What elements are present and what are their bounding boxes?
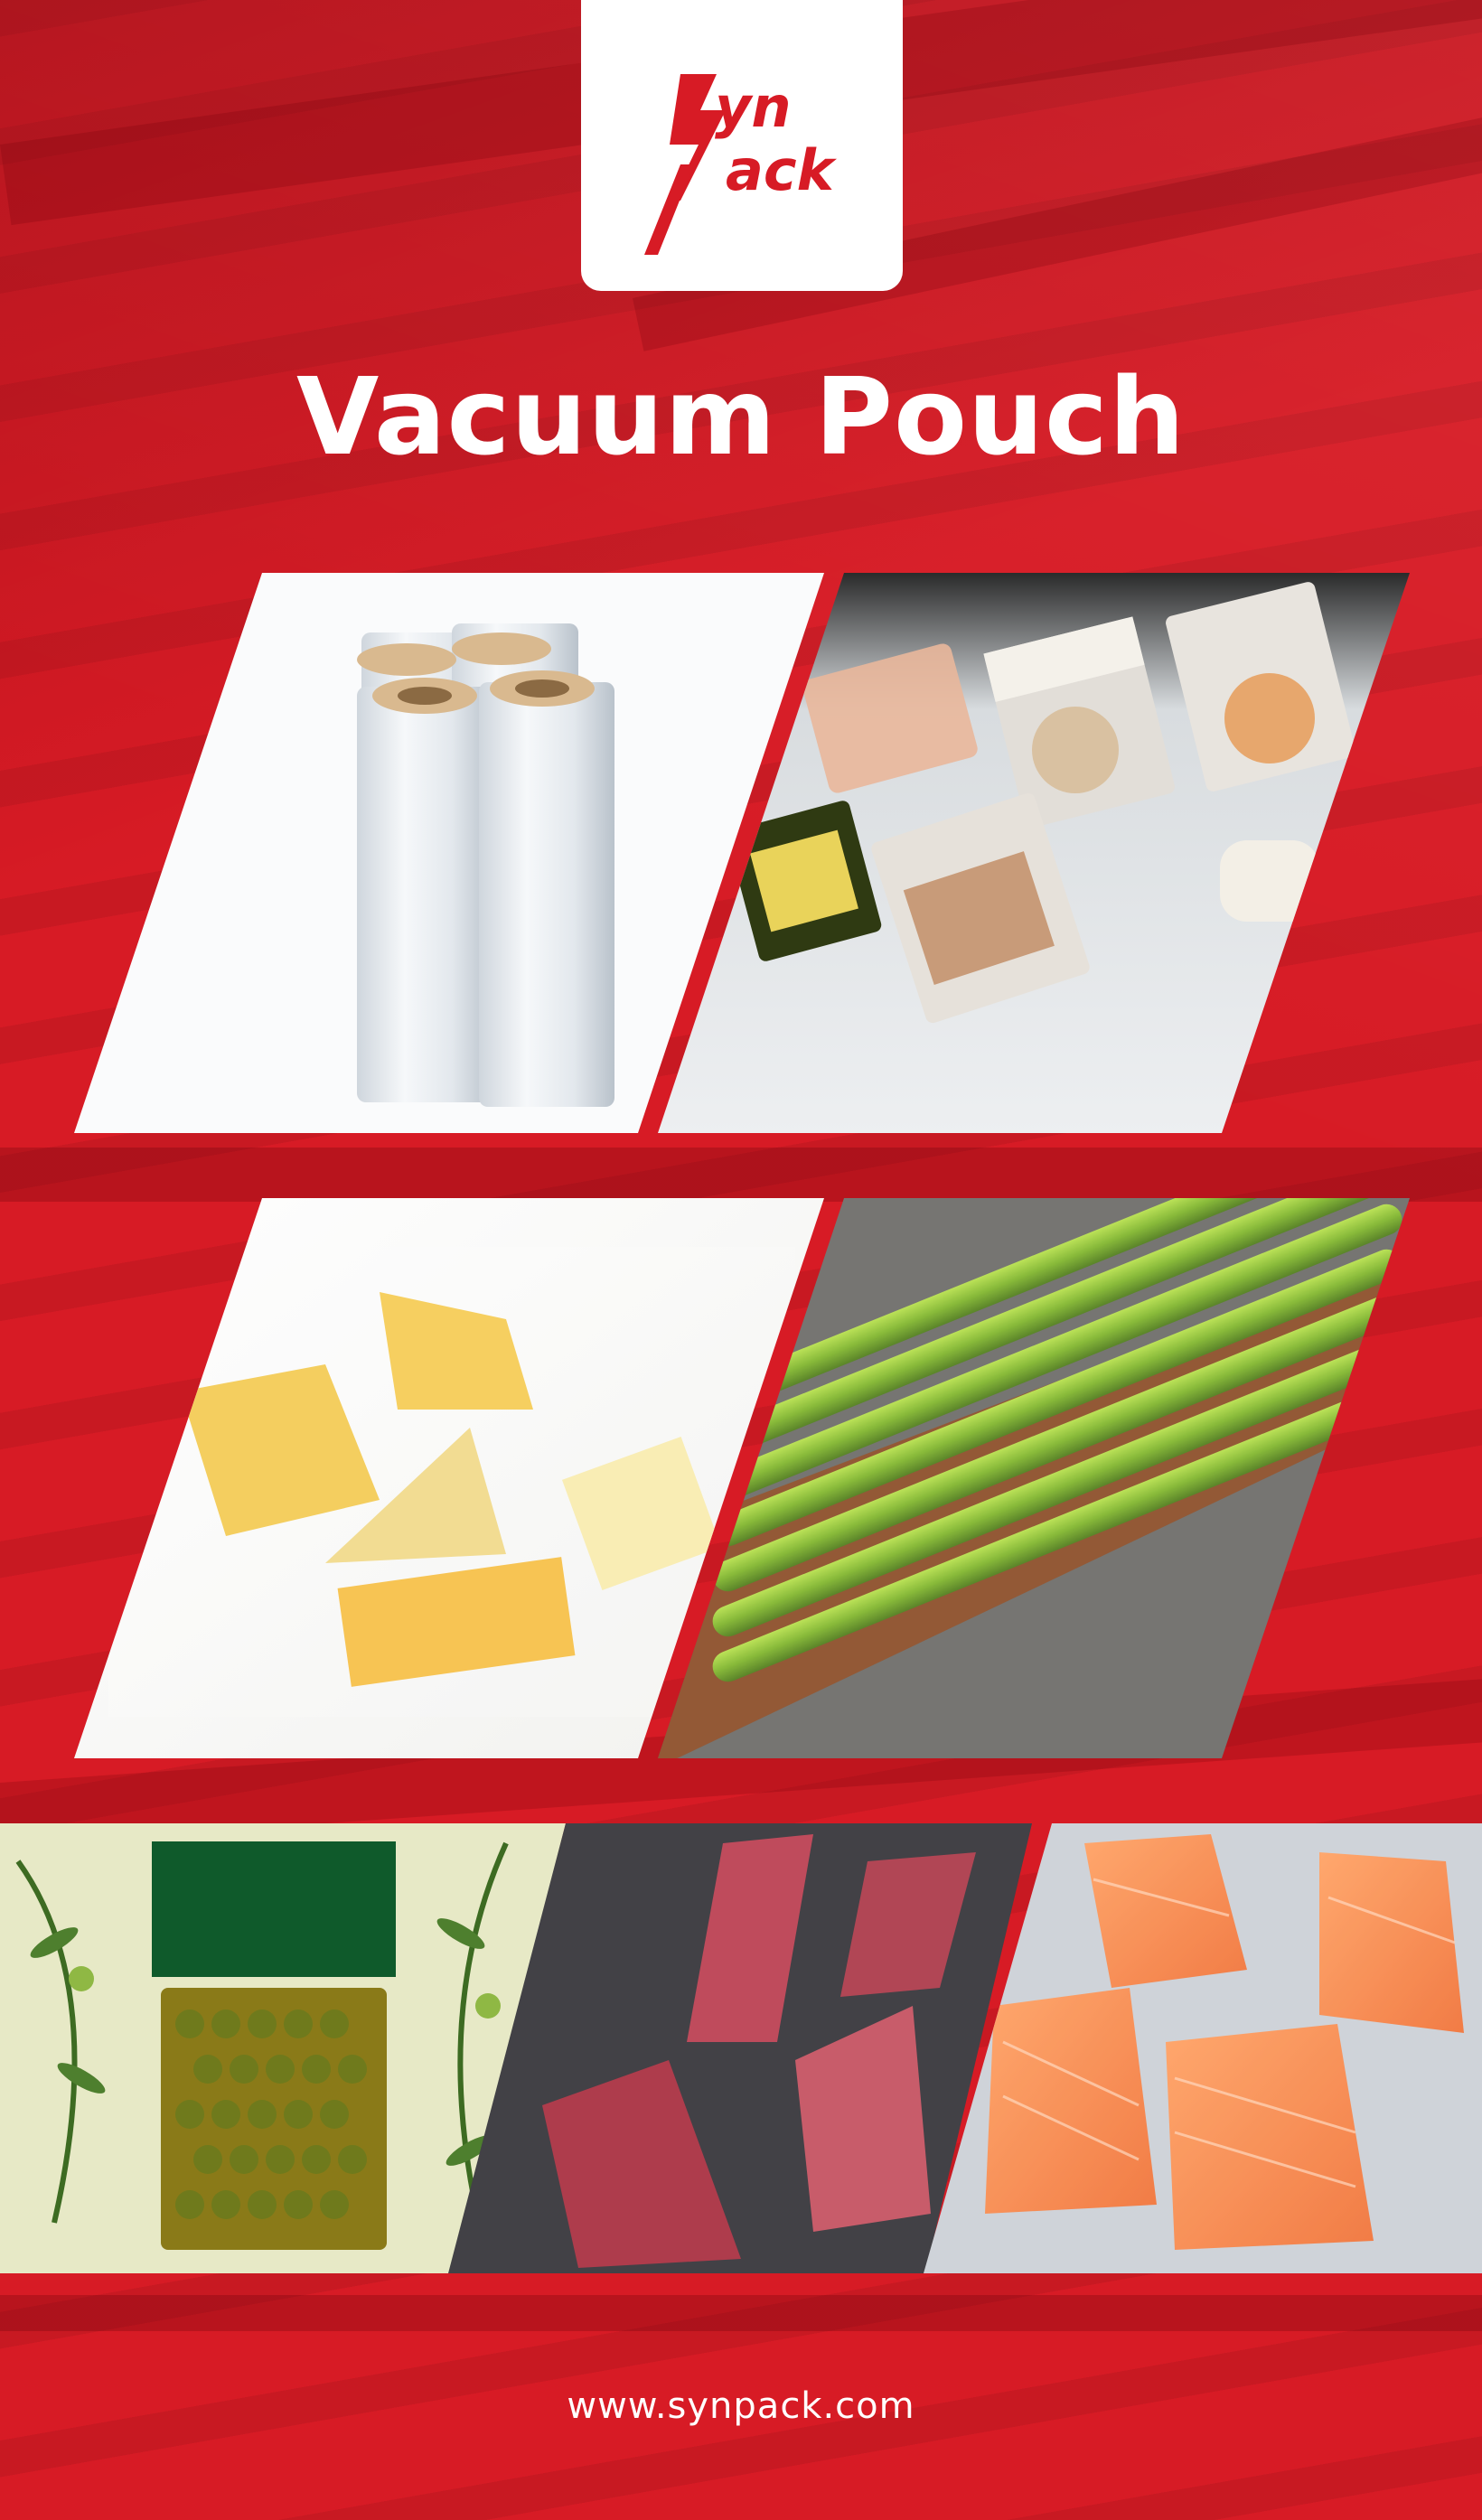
logo-text-line2: ack	[726, 137, 838, 203]
logo-text-line1: yn	[715, 74, 792, 140]
synpack-logo: yn ack	[644, 74, 838, 255]
logo-card: yn ack	[581, 0, 903, 291]
page-title: Vacuum Pouch	[295, 354, 1186, 479]
background-band	[0, 2295, 1482, 2331]
website-url[interactable]: www.synpack.com	[0, 2385, 1482, 2427]
background-band	[0, 1148, 1482, 1202]
